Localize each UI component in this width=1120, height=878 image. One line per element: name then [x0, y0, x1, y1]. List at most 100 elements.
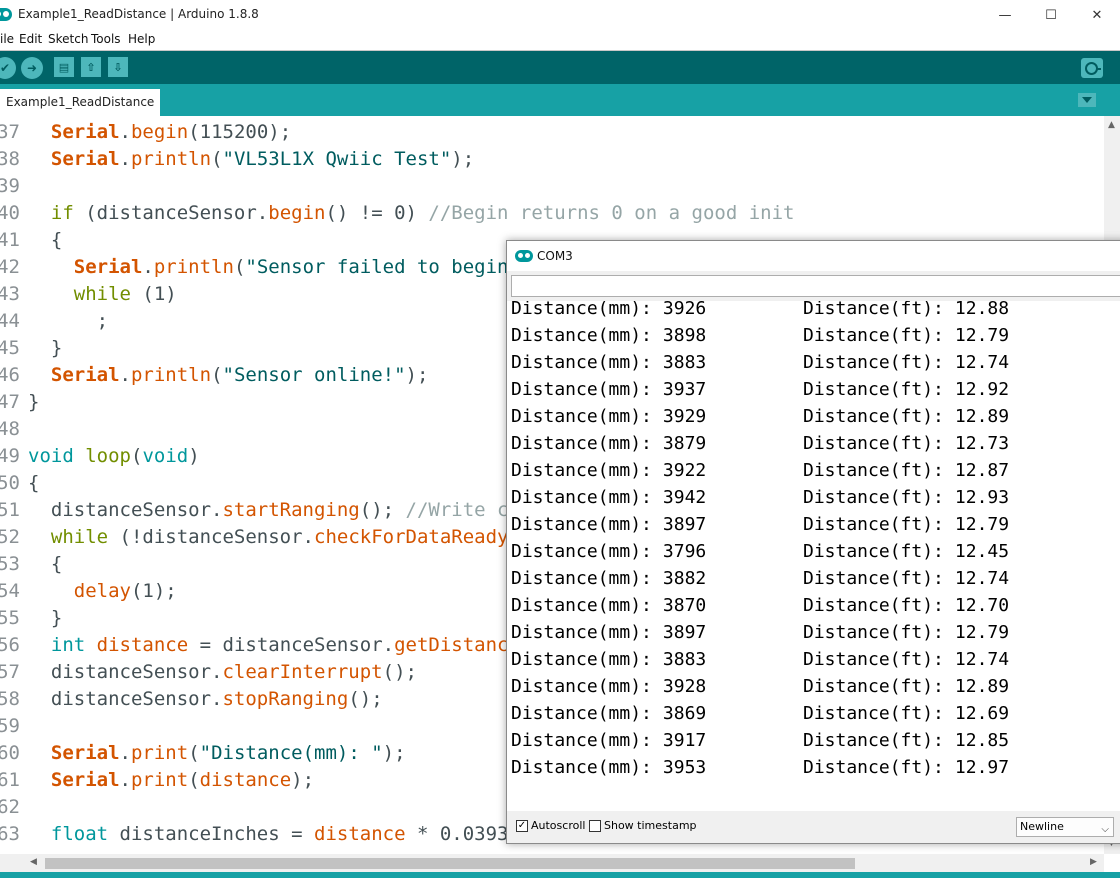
code-text[interactable]: Serial.print("Distance(mm): ");	[28, 740, 406, 767]
serial-output-line: Distance(mm): 3879 Distance(ft): 12.73	[511, 430, 1009, 457]
distance-mm-value: 3953	[662, 757, 707, 778]
code-text[interactable]: delay(1);	[28, 578, 177, 605]
distance-ft-value: 12.93	[954, 487, 1010, 508]
serial-send-input[interactable]	[511, 275, 1120, 297]
code-text[interactable]: if (distanceSensor.begin() != 0) //Begin…	[28, 200, 795, 227]
distance-ft-label: Distance(ft):	[803, 730, 944, 751]
serial-monitor-button[interactable]	[1081, 58, 1103, 78]
line-number: 50	[0, 472, 20, 494]
distance-ft-label: Distance(ft):	[803, 460, 944, 481]
tab-example1-readdistance[interactable]: Example1_ReadDistance	[0, 89, 160, 116]
serial-output-line: Distance(mm): 3897 Distance(ft): 12.79	[511, 511, 1009, 538]
line-number: 60	[0, 742, 20, 764]
line-number: 59	[0, 715, 20, 737]
autoscroll-checkbox[interactable]: ✓	[516, 820, 528, 832]
line-number: 52	[0, 526, 20, 548]
verify-button[interactable]: ✔	[0, 57, 16, 79]
tab-menu-button[interactable]	[1078, 93, 1096, 107]
distance-ft-value: 12.73	[954, 433, 1010, 454]
code-text[interactable]: {	[28, 470, 39, 497]
menu-tools[interactable]: Tools	[91, 32, 121, 46]
line-number: 48	[0, 418, 20, 440]
distance-ft-label: Distance(ft):	[803, 568, 944, 589]
tab-strip	[0, 84, 1120, 116]
menu-file[interactable]: ile	[0, 32, 14, 46]
distance-ft-label: Distance(ft):	[803, 595, 944, 616]
distance-ft-label: Distance(ft):	[803, 541, 944, 562]
distance-ft-value: 12.45	[954, 541, 1010, 562]
distance-ft-value: 12.79	[954, 622, 1010, 643]
code-text[interactable]: {	[28, 551, 62, 578]
code-text[interactable]: while (1)	[28, 281, 177, 308]
distance-mm-label: Distance(mm):	[511, 649, 652, 670]
distance-ft-value: 12.79	[954, 325, 1010, 346]
distance-ft-label: Distance(ft):	[803, 649, 944, 670]
code-text[interactable]: Serial.begin(115200);	[28, 119, 291, 146]
distance-mm-label: Distance(mm):	[511, 757, 652, 778]
line-ending-select[interactable]: Newline ⌵	[1016, 817, 1114, 837]
distance-mm-label: Distance(mm):	[511, 730, 652, 751]
horizontal-scroll-thumb[interactable]	[45, 858, 855, 869]
line-number: 57	[0, 661, 20, 683]
show-timestamp-checkbox[interactable]	[589, 820, 601, 832]
distance-mm-value: 3870	[662, 595, 707, 616]
distance-ft-label: Distance(ft):	[803, 433, 944, 454]
line-number: 61	[0, 769, 20, 791]
distance-ft-label: Distance(ft):	[803, 487, 944, 508]
maximize-button[interactable]: ☐	[1028, 0, 1074, 30]
code-text[interactable]: }	[28, 605, 62, 632]
serial-output-line: Distance(mm): 3897 Distance(ft): 12.79	[511, 619, 1009, 646]
distance-ft-label: Distance(ft):	[803, 622, 944, 643]
arduino-logo-icon	[515, 250, 533, 262]
code-text[interactable]: Serial.println("Sensor online!");	[28, 362, 429, 389]
scroll-up-arrow-icon[interactable]: ▲	[1108, 120, 1115, 130]
code-text[interactable]: while (!distanceSensor.checkForDataReady…	[28, 524, 543, 551]
distance-mm-label: Distance(mm):	[511, 460, 652, 481]
code-text[interactable]: ;	[28, 308, 108, 335]
serial-output-line: Distance(mm): 3928 Distance(ft): 12.89	[511, 673, 1009, 700]
distance-mm-value: 3897	[662, 622, 707, 643]
distance-mm-label: Distance(mm):	[511, 703, 652, 724]
code-text[interactable]: }	[28, 389, 39, 416]
new-sketch-button[interactable]: ▤	[54, 57, 74, 77]
menu-edit[interactable]: Edit	[19, 32, 42, 46]
code-text[interactable]: distanceSensor.clearInterrupt();	[28, 659, 417, 686]
line-number: 39	[0, 175, 20, 197]
serial-output-line: Distance(mm): 3869 Distance(ft): 12.69	[511, 700, 1009, 727]
code-text[interactable]: Serial.print(distance);	[28, 767, 314, 794]
line-number: 63	[0, 823, 20, 845]
menu-help[interactable]: Help	[128, 32, 155, 46]
distance-ft-value: 12.74	[954, 649, 1010, 670]
minimize-button[interactable]: —	[982, 0, 1028, 30]
open-sketch-button[interactable]: ⇧	[81, 57, 101, 77]
arduino-logo-icon	[0, 8, 12, 21]
serial-monitor-footer: ✓ Autoscroll Show timestamp Newline ⌵	[507, 811, 1120, 843]
scroll-left-arrow-icon[interactable]: ◀	[30, 857, 37, 867]
distance-mm-label: Distance(mm):	[511, 541, 652, 562]
distance-mm-label: Distance(mm):	[511, 433, 652, 454]
serial-output-line: Distance(mm): 3929 Distance(ft): 12.89	[511, 403, 1009, 430]
line-number: 43	[0, 283, 20, 305]
distance-ft-label: Distance(ft):	[803, 703, 944, 724]
chevron-down-icon: ⌵	[1101, 824, 1109, 835]
distance-ft-label: Distance(ft):	[803, 379, 944, 400]
distance-ft-label: Distance(ft):	[803, 352, 944, 373]
distance-ft-label: Distance(ft):	[803, 514, 944, 535]
distance-ft-label: Distance(ft):	[803, 676, 944, 697]
close-button[interactable]: ✕	[1074, 0, 1120, 30]
serial-output-line: Distance(mm): 3942 Distance(ft): 12.93	[511, 484, 1009, 511]
code-text[interactable]: float distanceInches = distance * 0.0393…	[28, 821, 554, 848]
save-sketch-button[interactable]: ⇩	[108, 57, 128, 77]
code-text[interactable]: distanceSensor.stopRanging();	[28, 686, 383, 713]
code-text[interactable]: }	[28, 335, 62, 362]
distance-ft-value: 12.74	[954, 352, 1010, 373]
distance-mm-value: 3882	[662, 568, 707, 589]
menu-sketch[interactable]: Sketch	[48, 32, 88, 46]
code-text[interactable]: {	[28, 227, 62, 254]
upload-button[interactable]: ➜	[21, 57, 43, 79]
code-text[interactable]: void loop(void)	[28, 443, 200, 470]
scroll-right-arrow-icon[interactable]: ▶	[1090, 857, 1097, 867]
distance-mm-value: 3926	[662, 301, 707, 319]
code-text[interactable]: Serial.println("VL53L1X Qwiic Test");	[28, 146, 474, 173]
check-icon: ✓	[517, 820, 527, 831]
